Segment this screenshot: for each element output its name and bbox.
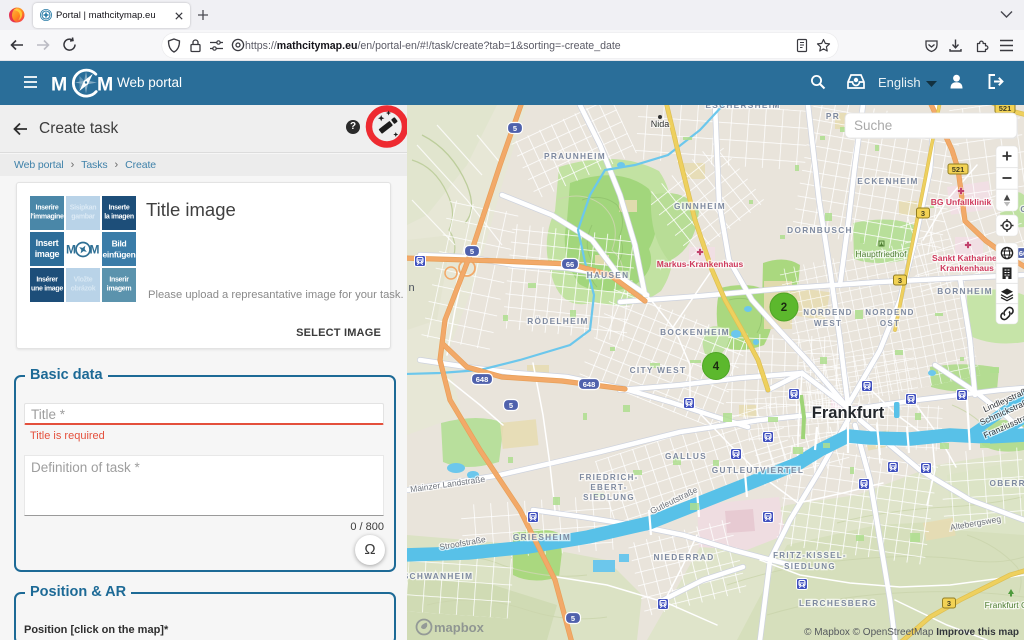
- svg-text:NIEDERRAD: NIEDERRAD: [653, 552, 714, 562]
- svg-text:Krankenhaus: Krankenhaus: [940, 263, 994, 273]
- svg-text:n: n: [409, 282, 415, 294]
- svg-text:66: 66: [1019, 249, 1024, 258]
- svg-text:2: 2: [781, 302, 787, 314]
- svg-text:SIEDLUNG: SIEDLUNG: [583, 493, 635, 502]
- svg-text:521: 521: [999, 105, 1012, 113]
- svg-text:mapbox: mapbox: [434, 620, 485, 635]
- svg-text:C: C: [1020, 204, 1024, 214]
- svg-text:Nida: Nida: [651, 119, 670, 129]
- svg-text:Sankt Katharinen: Sankt Katharinen: [932, 253, 1002, 263]
- svg-text:DORNBUSCH: DORNBUSCH: [787, 225, 853, 235]
- svg-text:M: M: [97, 74, 113, 96]
- svg-text:EBERT-: EBERT-: [590, 483, 627, 492]
- svg-text:66: 66: [566, 260, 574, 269]
- svg-text:FRIEDRICH-: FRIEDRICH-: [579, 473, 638, 482]
- svg-text:© Mapbox © OpenStreetMap Impro: © Mapbox © OpenStreetMap Improve this ma…: [804, 627, 1019, 638]
- svg-text:CITY WEST: CITY WEST: [630, 365, 687, 375]
- svg-text:648: 648: [476, 375, 489, 384]
- svg-text:NORDEND: NORDEND: [803, 308, 853, 317]
- svg-text:M: M: [51, 74, 67, 96]
- svg-text:Frankfurt: Frankfurt: [812, 404, 885, 422]
- svg-text:5: 5: [509, 401, 513, 410]
- svg-text:HAUSEN: HAUSEN: [587, 270, 630, 280]
- svg-text:M: M: [90, 243, 100, 257]
- svg-text:LERCHESBERG: LERCHESBERG: [799, 598, 877, 608]
- svg-text:Hauptfriedhof: Hauptfriedhof: [855, 249, 907, 259]
- svg-text:M: M: [66, 243, 76, 257]
- svg-text:SIEDLUNG: SIEDLUNG: [784, 562, 836, 571]
- svg-text:Markus-Krankenhaus: Markus-Krankenhaus: [657, 259, 744, 269]
- svg-text:3: 3: [921, 209, 925, 218]
- svg-text:GRIESHEIM: GRIESHEIM: [513, 532, 571, 542]
- svg-text:OBERRAD: OBERRAD: [989, 478, 1024, 488]
- svg-text:GUTLEUTVIERTEL: GUTLEUTVIERTEL: [712, 465, 804, 475]
- svg-text:3: 3: [947, 599, 951, 608]
- svg-text:BOCKENHEIM: BOCKENHEIM: [660, 327, 730, 337]
- svg-text:4: 4: [713, 361, 720, 373]
- svg-text:BORNHEIM: BORNHEIM: [937, 286, 993, 296]
- svg-text:5: 5: [513, 124, 517, 133]
- svg-text:Frankfurt Cit: Frankfurt Cit: [985, 600, 1024, 610]
- svg-text:OST: OST: [880, 319, 900, 328]
- svg-text:NORDEND: NORDEND: [865, 308, 915, 317]
- svg-text:ECKENHEIM: ECKENHEIM: [857, 176, 919, 186]
- svg-text:RÖDELHEIM: RÖDELHEIM: [527, 316, 588, 326]
- svg-text:PRAUNHEIM: PRAUNHEIM: [544, 151, 606, 161]
- svg-text:GINNHEIM: GINNHEIM: [674, 201, 726, 211]
- svg-text:PR: PR: [826, 111, 840, 121]
- svg-text:5: 5: [571, 614, 575, 623]
- svg-text:BG Unfallklinik: BG Unfallklinik: [931, 197, 992, 207]
- svg-text:ESCHERSHEIM: ESCHERSHEIM: [705, 105, 780, 110]
- svg-text:5: 5: [470, 247, 474, 256]
- svg-text:648: 648: [583, 380, 596, 389]
- svg-text:SCHWANHEIM: SCHWANHEIM: [407, 571, 473, 581]
- svg-text:3: 3: [898, 276, 902, 285]
- svg-text:521: 521: [952, 165, 965, 174]
- svg-text:GALLUS: GALLUS: [665, 451, 707, 461]
- svg-text:FRITZ-KISSEL-: FRITZ-KISSEL-: [773, 551, 847, 560]
- svg-text:Suche: Suche: [854, 118, 892, 133]
- svg-text:WEST: WEST: [814, 319, 842, 328]
